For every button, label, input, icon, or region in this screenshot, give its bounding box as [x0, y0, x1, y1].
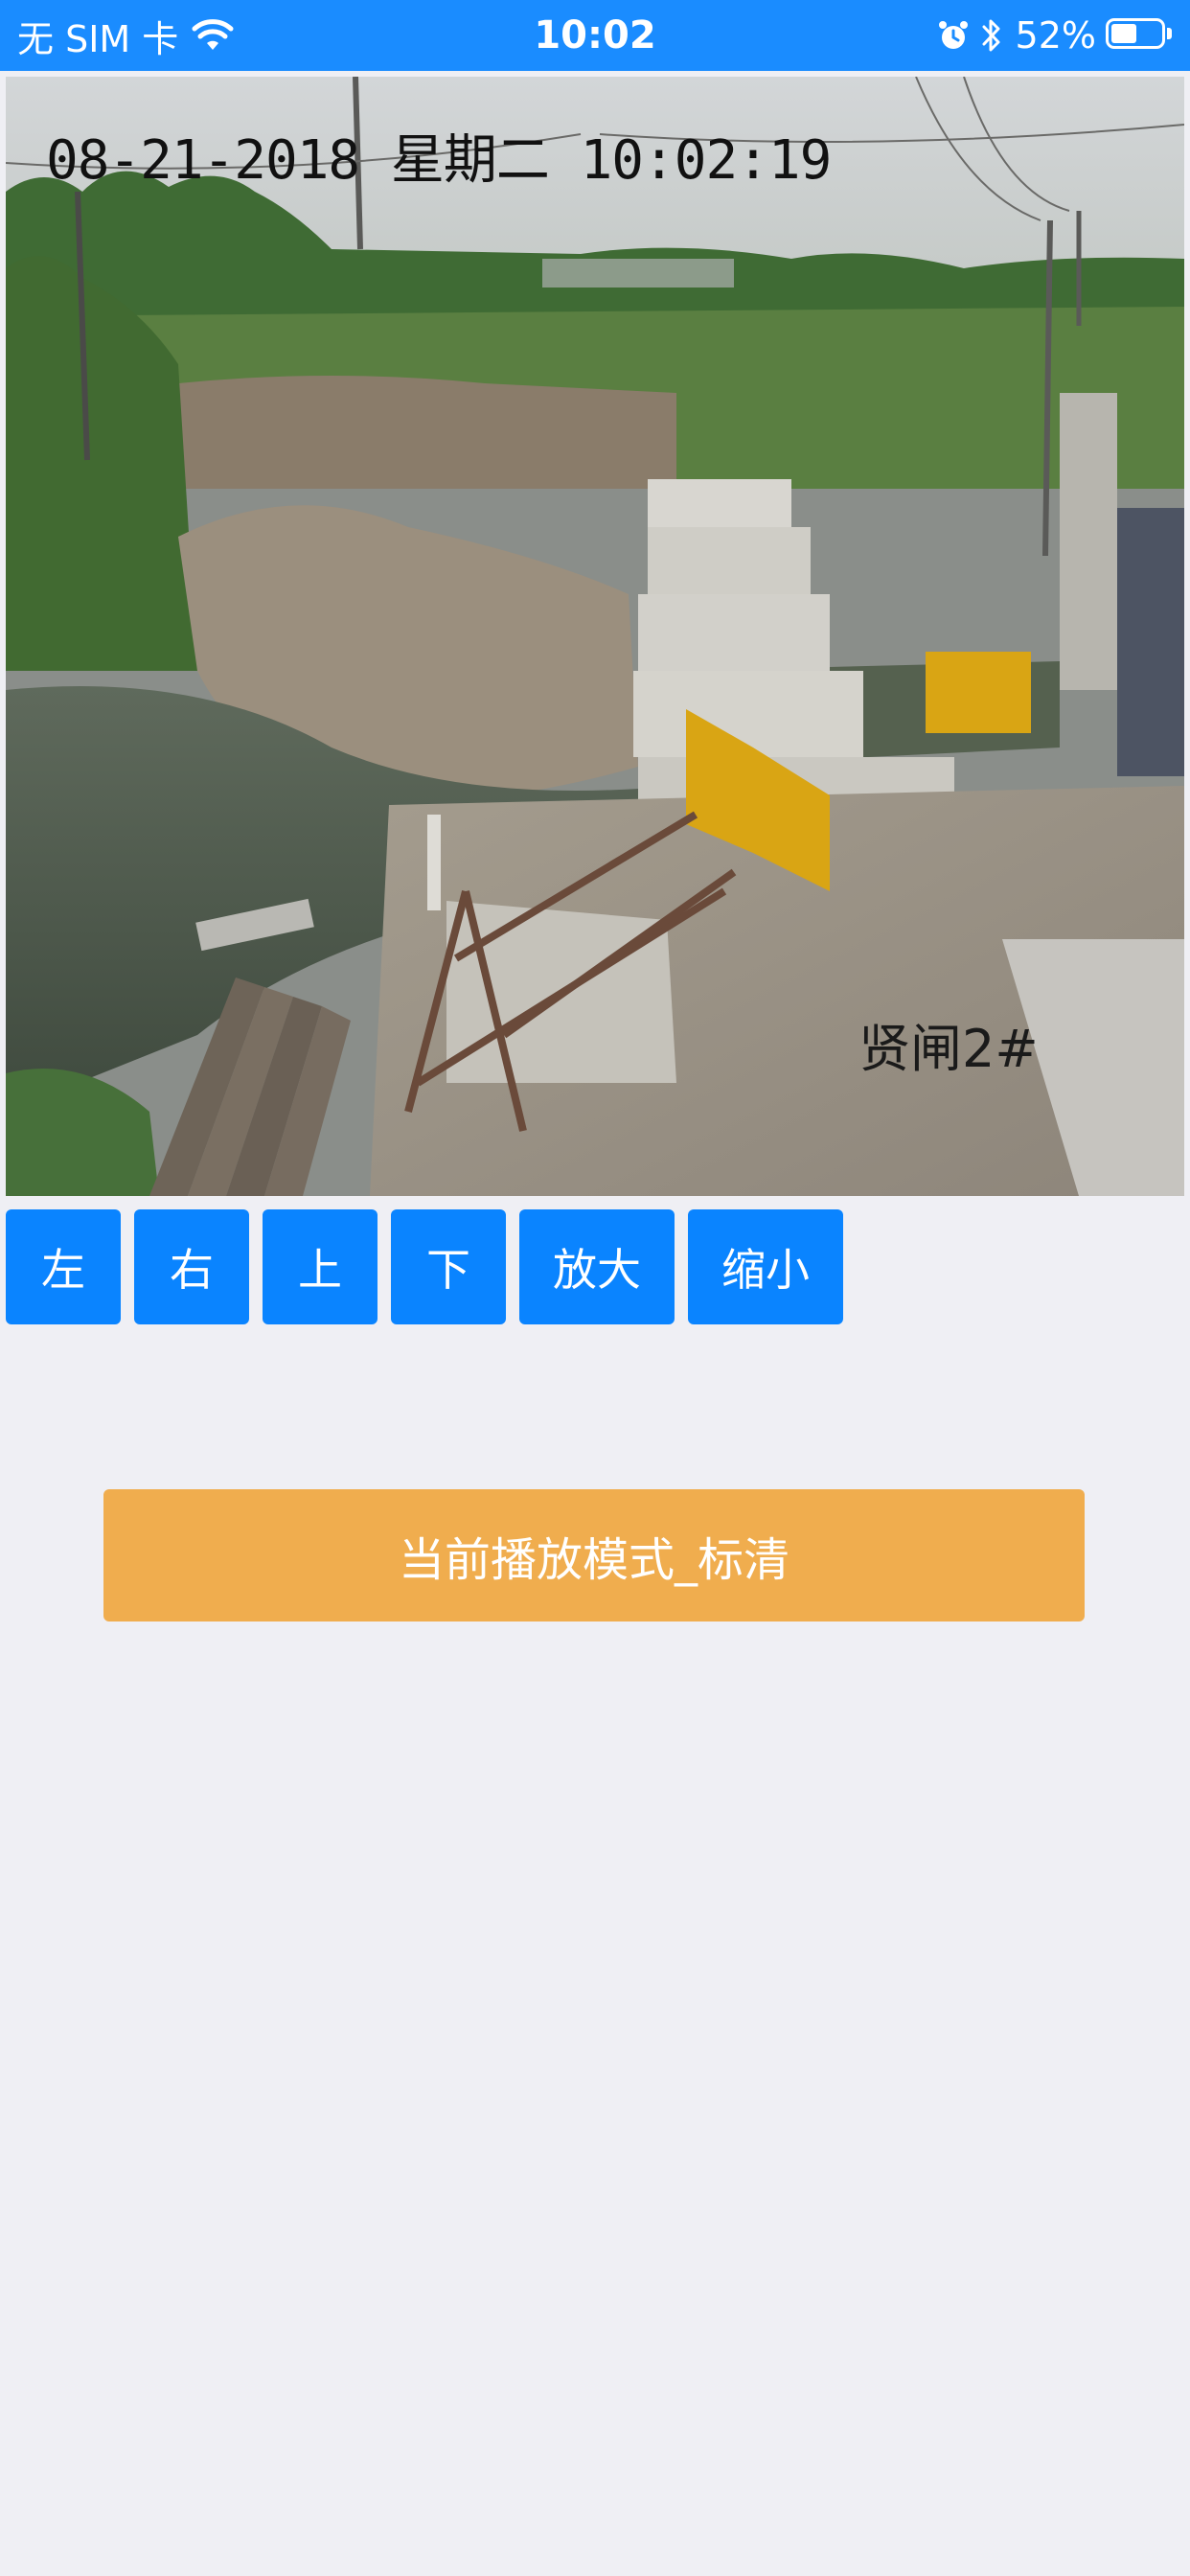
playback-mode-button[interactable]: 当前播放模式_标清 — [103, 1489, 1085, 1622]
zoom-out-button[interactable]: 缩小 — [688, 1209, 843, 1324]
pan-right-button[interactable]: 右 — [134, 1209, 249, 1324]
pan-left-button[interactable]: 左 — [6, 1209, 121, 1324]
tilt-down-button[interactable]: 下 — [391, 1209, 506, 1324]
camera-location-label: 贤闸2# — [858, 1019, 1039, 1079]
status-bar: 无 SIM 卡 10:02 52% — [0, 0, 1190, 71]
tilt-up-button[interactable]: 上 — [263, 1209, 378, 1324]
bluetooth-icon — [982, 19, 1000, 52]
camera-timestamp: 08-21-2018 星期二 10:02:19 — [46, 129, 832, 192]
status-right: 52% — [937, 10, 1175, 61]
battery-percent: 52% — [1015, 14, 1096, 57]
battery-icon — [1106, 18, 1175, 53]
alarm-icon — [938, 21, 968, 49]
camera-feed[interactable]: 08-21-2018 星期二 10:02:19 贤闸2# — [6, 77, 1184, 1196]
zoom-in-button[interactable]: 放大 — [519, 1209, 675, 1324]
